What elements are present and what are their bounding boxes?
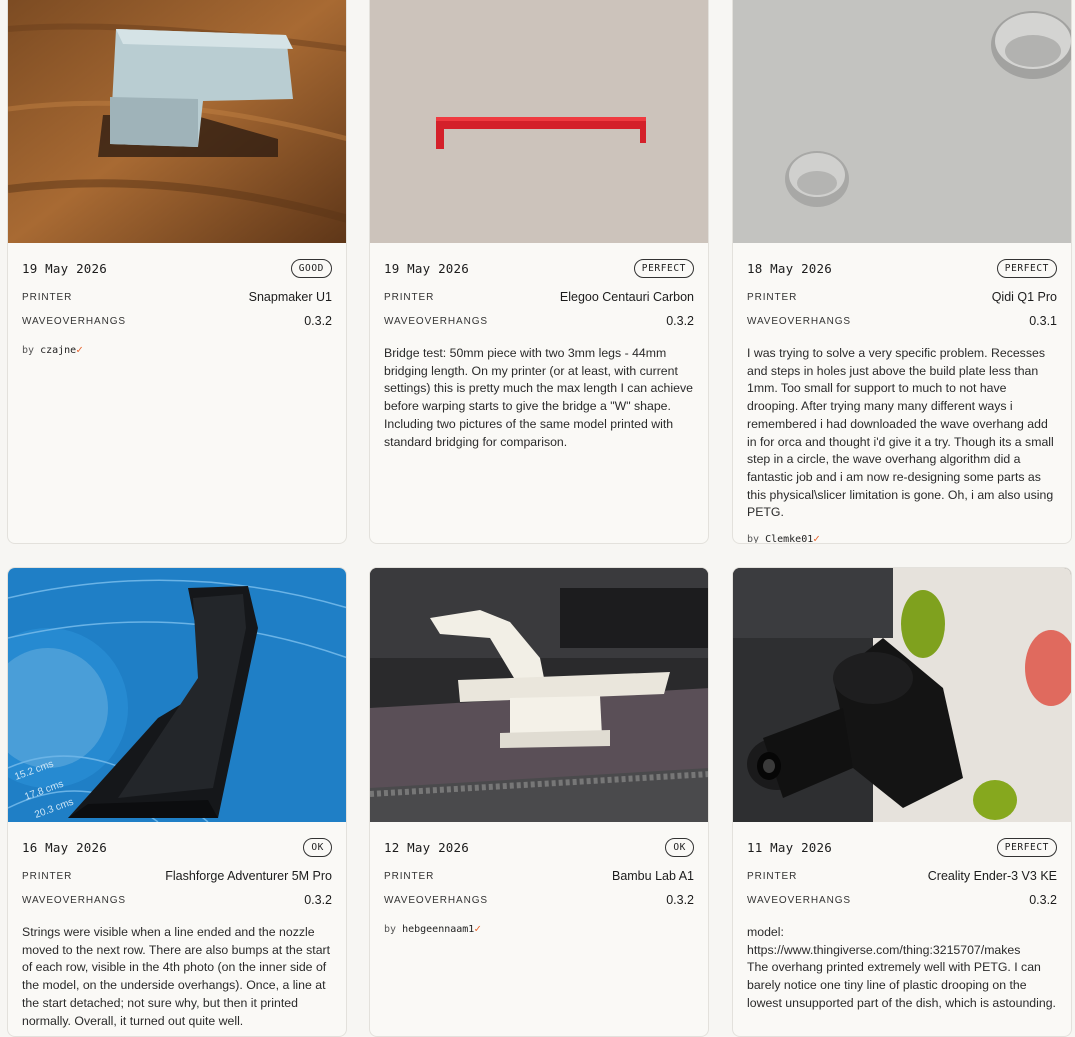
review-description: Strings were visible when a line ended a… (22, 925, 331, 1028)
verified-check-icon: ✓ (813, 532, 820, 544)
by-label: by (384, 924, 397, 935)
rating-badge[interactable]: PERFECT (633, 258, 694, 278)
printer-name: Flashforge Adventurer 5M Pro (165, 869, 332, 883)
author-link[interactable]: czajne (40, 345, 76, 356)
review-date: 19 May 2026 (384, 260, 469, 276)
print-photo[interactable] (8, 0, 346, 243)
rating-badge[interactable]: OK (303, 837, 332, 857)
review-card[interactable]: 11 May 2026 PERFECT PRINTER Creality End… (732, 567, 1072, 1037)
printer-name: Snapmaker U1 (248, 290, 332, 304)
plugin-version: 0.3.2 (666, 893, 694, 907)
plugin-version: 0.3.2 (304, 314, 332, 328)
review-date: 19 May 2026 (22, 260, 107, 276)
printer-label: PRINTER (747, 870, 798, 882)
rating-badge[interactable]: OK (665, 837, 694, 857)
author-line: by czajne✓ (22, 343, 332, 356)
print-photo[interactable] (370, 0, 708, 243)
print-photo[interactable] (733, 0, 1071, 243)
printer-name: Creality Ender-3 V3 KE (927, 869, 1057, 883)
plugin-label: WAVEOVERHANGS (384, 315, 488, 327)
plugin-version: 0.3.1 (1029, 314, 1057, 328)
printer-label: PRINTER (747, 291, 798, 303)
verified-check-icon: ✓ (474, 922, 481, 935)
plugin-label: WAVEOVERHANGS (22, 315, 126, 327)
review-card[interactable]: 12 May 2026 OK PRINTER Bambu Lab A1 WAVE… (369, 567, 709, 1037)
rating-badge[interactable]: PERFECT (996, 258, 1057, 278)
plugin-version: 0.3.2 (666, 314, 694, 328)
review-card[interactable]: 15.2 cms 17.8 cms 20.3 cms 16 May 2026 O… (7, 567, 347, 1037)
print-photo[interactable]: 15.2 cms 17.8 cms 20.3 cms (8, 568, 346, 822)
plugin-label: WAVEOVERHANGS (384, 894, 488, 906)
by-label: by (22, 345, 35, 356)
rating-badge[interactable]: GOOD (290, 258, 332, 278)
review-card[interactable]: 19 May 2026 PERFECT PRINTER Elegoo Centa… (369, 0, 709, 544)
verified-check-icon: ✓ (76, 343, 83, 356)
printer-label: PRINTER (22, 291, 73, 303)
review-description: Bridge test: 50mm piece with two 3mm leg… (384, 346, 693, 449)
author-line: by Clemke01✓ (747, 532, 1057, 544)
review-description: I was trying to solve a very specific pr… (747, 346, 1054, 520)
printer-name: Elegoo Centauri Carbon (559, 290, 694, 304)
printer-name: Qidi Q1 Pro (991, 290, 1057, 304)
printer-label: PRINTER (384, 291, 435, 303)
print-photo[interactable] (370, 568, 708, 822)
plugin-label: WAVEOVERHANGS (747, 315, 851, 327)
review-card[interactable]: 19 May 2026 GOOD PRINTER Snapmaker U1 WA… (7, 0, 347, 544)
review-date: 12 May 2026 (384, 839, 469, 855)
printer-label: PRINTER (22, 870, 73, 882)
review-date: 18 May 2026 (747, 260, 832, 276)
printer-name: Bambu Lab A1 (611, 869, 694, 883)
author-link[interactable]: Clemke01 (765, 534, 813, 543)
rating-badge[interactable]: PERFECT (996, 837, 1057, 857)
plugin-label: WAVEOVERHANGS (22, 894, 126, 906)
review-description: model: https://www.thingiverse.com/thing… (747, 925, 1056, 1010)
plugin-version: 0.3.2 (1029, 893, 1057, 907)
plugin-version: 0.3.2 (304, 893, 332, 907)
author-line: by hebgeennaam1✓ (384, 922, 694, 935)
printer-label: PRINTER (384, 870, 435, 882)
review-card[interactable]: 18 May 2026 PERFECT PRINTER Qidi Q1 Pro … (732, 0, 1072, 544)
print-photo[interactable] (733, 568, 1071, 822)
review-date: 11 May 2026 (747, 839, 832, 855)
author-link[interactable]: hebgeennaam1 (402, 924, 474, 935)
review-date: 16 May 2026 (22, 839, 107, 855)
by-label: by (747, 534, 760, 544)
plugin-label: WAVEOVERHANGS (747, 894, 851, 906)
